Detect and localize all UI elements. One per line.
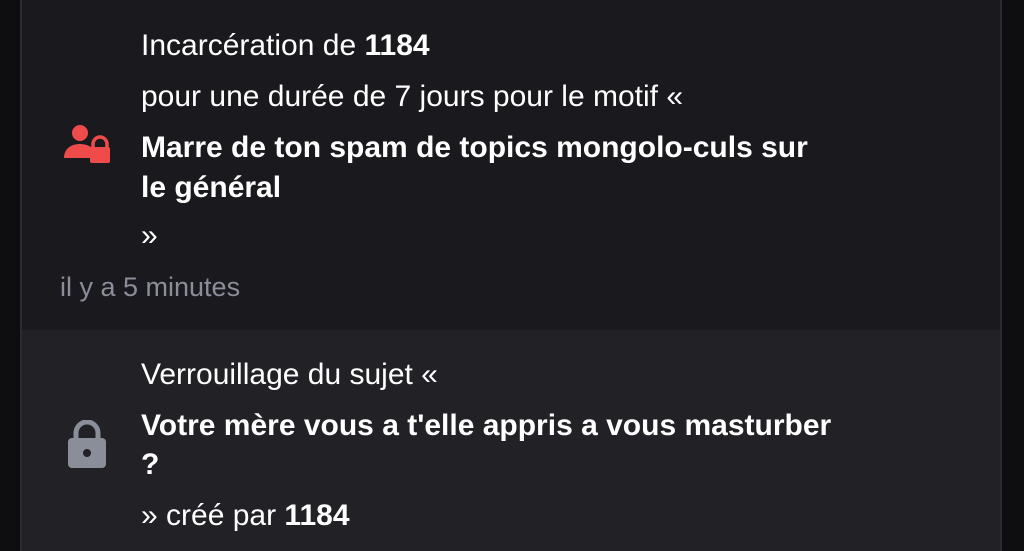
lock-icon — [67, 419, 107, 473]
user-lock-icon — [64, 124, 112, 171]
notification-item-incarceration[interactable]: Incarcération de 1184 pour une durée de … — [22, 0, 1000, 330]
notification-timestamp: il y a 5 minutes — [60, 272, 241, 302]
created-by-line: » créé par 1184 — [141, 499, 350, 532]
notification-item-topic-lock[interactable]: Verrouillage du sujet « Votre mère vous … — [22, 330, 1000, 551]
topic-subject-line-1[interactable]: Votre mère vous a t'elle appris a vous m… — [141, 408, 831, 444]
right-edge-divider — [1000, 0, 1002, 551]
notification-title: Incarcération de 1184 — [141, 29, 430, 62]
user-link[interactable]: 1184 — [364, 29, 429, 62]
close-quote: » — [141, 219, 158, 252]
notification-detail: pour une durée de 7 jours pour le motif … — [141, 80, 684, 113]
author-link[interactable]: 1184 — [284, 499, 349, 532]
notification-title: Verrouillage du sujet « — [141, 358, 438, 391]
ban-reason-line-1: Marre de ton spam de topics mongolo-culs… — [141, 131, 808, 164]
ban-reason-line-2: le général — [141, 171, 282, 204]
notifications-panel: Incarcération de 1184 pour une durée de … — [22, 0, 1000, 551]
topic-subject-line-2[interactable]: ? — [141, 447, 159, 483]
